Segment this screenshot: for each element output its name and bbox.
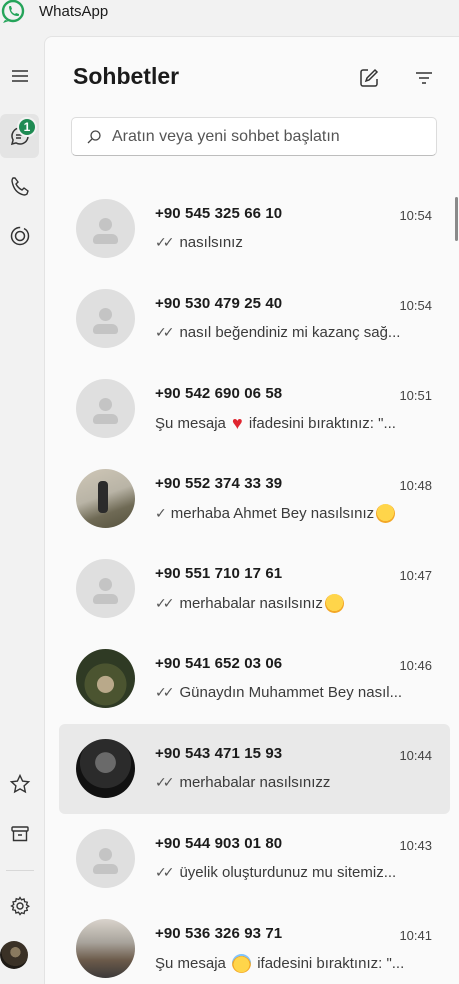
preview-text: ifadesini bıraktınız: "... bbox=[244, 414, 396, 432]
message-preview: ✓✓ üyelik oluşturdunuz mu sitemiz... bbox=[155, 864, 420, 881]
contact-name: +90 542 690 06 58 bbox=[155, 385, 283, 402]
chat-list-item[interactable]: +90 543 471 15 93 10:44 ✓✓ merhabalar nasıl… bbox=[59, 724, 450, 814]
double-check-icon: ✓✓ bbox=[155, 774, 175, 790]
double-check-icon: ✓✓ bbox=[155, 684, 175, 700]
message-time: 10:41 bbox=[399, 928, 432, 943]
chat-list-item[interactable]: +90 542 690 06 58 10:51 Şu mesaja ♥ ifades… bbox=[59, 364, 450, 454]
message-preview: ✓✓ nasıl beğendiniz mi kazanç sağ... bbox=[155, 324, 420, 341]
double-check-icon: ✓✓ bbox=[155, 234, 175, 250]
archived-chats-button[interactable] bbox=[0, 812, 39, 856]
navigation-rail: 1 bbox=[0, 36, 44, 984]
message-time: 10:54 bbox=[399, 208, 432, 223]
preview-text: ifadesini bıraktınız: "... bbox=[253, 955, 405, 972]
filter-button[interactable] bbox=[409, 63, 439, 93]
contact-name: +90 551 710 17 61 bbox=[155, 565, 283, 582]
new-chat-button[interactable] bbox=[354, 63, 384, 93]
message-time: 10:43 bbox=[399, 838, 432, 853]
chat-list-item[interactable]: +90 552 374 33 39 10:48 ✓ merhaba Ahmet Bey… bbox=[59, 454, 450, 544]
preview-text: merhabalar nasılsınızz bbox=[179, 774, 331, 791]
preview-text: üyelik oluşturdunuz mu sitemiz... bbox=[179, 864, 397, 881]
message-preview: Şu mesaja ♥ ifadesini bıraktınız: "... bbox=[155, 414, 420, 432]
contact-name: +90 544 903 01 80 bbox=[155, 835, 283, 852]
page-title: Sohbetler bbox=[73, 63, 180, 89]
check-icon: ✓ bbox=[155, 505, 167, 521]
hamburger-menu-icon bbox=[11, 70, 28, 82]
chat-list-item[interactable]: +90 544 903 01 80 10:43 ✓✓ üyelik oluşturdu… bbox=[59, 814, 450, 904]
message-preview: ✓✓ nasılsınız bbox=[155, 234, 420, 251]
double-check-icon: ✓✓ bbox=[155, 595, 175, 611]
rail-divider bbox=[6, 870, 34, 871]
message-preview: ✓✓ merhabalar nasılsınız bbox=[155, 594, 420, 613]
archive-icon bbox=[10, 826, 29, 842]
chat-list-item[interactable]: +90 541 652 03 06 10:46 ✓✓ Günaydın Muhamme… bbox=[59, 634, 450, 724]
title-bar: WhatsApp bbox=[0, 0, 459, 36]
whatsapp-logo-icon bbox=[1, 0, 25, 23]
chat-list-item[interactable]: +90 530 479 25 40 10:54 ✓✓ nasıl beğendiniz… bbox=[59, 274, 450, 364]
unread-badge: 1 bbox=[17, 117, 37, 137]
chats-nav-button[interactable]: 1 bbox=[0, 114, 39, 158]
chat-list-item[interactable]: +90 551 710 17 61 10:47 ✓✓ merhabalar nasıl… bbox=[59, 544, 450, 634]
message-time: 10:54 bbox=[399, 298, 432, 313]
scrollbar[interactable] bbox=[455, 197, 458, 241]
preview-text: Günaydın Muhammet Bey nasıl... bbox=[179, 684, 403, 701]
preview-text: merhaba Ahmet Bey nasılsınız bbox=[170, 505, 375, 522]
smile-emoji-icon bbox=[376, 504, 396, 523]
gear-icon bbox=[9, 896, 30, 916]
message-preview: Şu mesaja ifadesini bıraktınız: "... bbox=[155, 954, 420, 973]
compose-icon bbox=[360, 68, 379, 87]
settings-button[interactable] bbox=[0, 884, 39, 928]
chat-list-item[interactable]: +90 536 326 93 71 10:41 Şu mesaja ifadesin… bbox=[59, 904, 450, 984]
contact-name: +90 543 471 15 93 bbox=[155, 745, 283, 762]
message-time: 10:51 bbox=[399, 388, 432, 403]
preview-text: merhabalar nasılsınız bbox=[179, 595, 323, 612]
filter-icon bbox=[416, 72, 432, 84]
contact-avatar bbox=[76, 919, 135, 978]
default-avatar-icon bbox=[76, 829, 135, 888]
default-avatar-icon bbox=[76, 199, 135, 258]
star-icon bbox=[9, 773, 30, 794]
search-input[interactable] bbox=[112, 127, 422, 146]
contact-name: +90 541 652 03 06 bbox=[155, 655, 283, 672]
message-time: 10:47 bbox=[399, 568, 432, 583]
message-preview: ✓✓ Günaydın Muhammet Bey nasıl... bbox=[155, 684, 420, 701]
calls-nav-button[interactable] bbox=[0, 164, 39, 208]
status-icon bbox=[10, 226, 29, 246]
search-box[interactable] bbox=[71, 117, 437, 156]
message-preview: ✓✓ merhabalar nasılsınızz bbox=[155, 774, 420, 791]
preview-text: nasıl beğendiniz mi kazanç sağ... bbox=[179, 324, 401, 341]
menu-button[interactable] bbox=[0, 54, 39, 98]
contact-name: +90 545 325 66 10 bbox=[155, 205, 283, 222]
smile-emoji-icon bbox=[324, 594, 344, 613]
halo-emoji-icon bbox=[232, 954, 252, 973]
contact-avatar bbox=[76, 739, 135, 798]
contact-name: +90 530 479 25 40 bbox=[155, 295, 283, 312]
contact-name: +90 536 326 93 71 bbox=[155, 925, 283, 942]
contact-avatar bbox=[76, 469, 135, 528]
double-check-icon: ✓✓ bbox=[155, 324, 175, 340]
default-avatar-icon bbox=[76, 379, 135, 438]
message-time: 10:48 bbox=[399, 478, 432, 493]
phone-icon bbox=[10, 177, 29, 196]
profile-avatar[interactable] bbox=[0, 941, 28, 969]
chat-list-item[interactable]: +90 545 325 66 10 10:54 ✓✓ nasılsınız bbox=[59, 184, 450, 274]
preview-text: Şu mesaja bbox=[155, 955, 231, 972]
heart-emoji-icon: ♥ bbox=[232, 414, 243, 432]
double-check-icon: ✓✓ bbox=[155, 864, 175, 880]
message-time: 10:44 bbox=[399, 748, 432, 763]
status-nav-button[interactable] bbox=[0, 214, 39, 258]
chat-list: +90 545 325 66 10 10:54 ✓✓ nasılsınız +90 53… bbox=[59, 184, 450, 984]
app-title: WhatsApp bbox=[39, 3, 109, 20]
default-avatar-icon bbox=[76, 289, 135, 348]
message-preview: ✓ merhaba Ahmet Bey nasılsınız bbox=[155, 504, 420, 523]
default-avatar-icon bbox=[76, 559, 135, 618]
starred-messages-button[interactable] bbox=[0, 762, 39, 806]
search-icon bbox=[87, 129, 101, 143]
preview-text: nasılsınız bbox=[179, 234, 243, 251]
contact-name: +90 552 374 33 39 bbox=[155, 475, 283, 492]
preview-text: Şu mesaja bbox=[155, 414, 231, 432]
chats-panel: Sohbetler +90 545 325 66 1010:54✓✓nasıls… bbox=[44, 36, 459, 984]
message-time: 10:46 bbox=[399, 658, 432, 673]
contact-avatar bbox=[76, 649, 135, 708]
